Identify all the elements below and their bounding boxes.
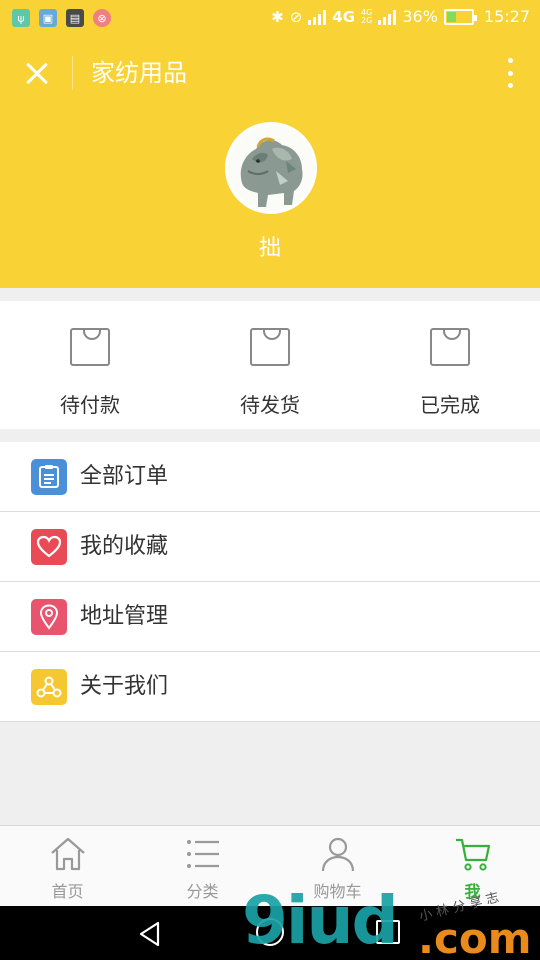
- account-menu: 全部订单 我的收藏 地址管理 关于我们: [0, 442, 540, 722]
- close-icon[interactable]: [20, 56, 54, 90]
- location-pin-icon: [31, 599, 67, 635]
- shopping-bag-icon: [250, 328, 290, 366]
- mute-icon: ⊘: [289, 7, 303, 26]
- network-type: 4G: [332, 7, 356, 26]
- watermark-domain: .com: [418, 914, 532, 960]
- menu-item-favorites[interactable]: 我的收藏: [0, 512, 540, 582]
- tab-label: 首页: [51, 882, 84, 901]
- bear-illustration: [228, 125, 314, 211]
- category-list-icon: [186, 840, 219, 868]
- shopping-bag-icon: [430, 328, 470, 366]
- order-list-icon: [31, 459, 67, 495]
- status-bar: ψ ▣ ▤ ⊗ ✱ ⊘ 4G 4G 2G 36% 15:27: [0, 0, 540, 36]
- tab-home[interactable]: 首页: [0, 826, 135, 906]
- sim-icon: ▤: [66, 9, 84, 27]
- menu-item-label: 全部订单: [80, 464, 169, 489]
- battery-icon: [443, 8, 477, 25]
- about-icon: [31, 669, 67, 705]
- order-pending-payment[interactable]: 待付款: [0, 301, 180, 429]
- signal-icon-2: [378, 9, 397, 25]
- order-label: 已完成: [420, 393, 480, 417]
- heart-icon: [31, 529, 67, 565]
- order-status-panel: 待付款 待发货 已完成: [0, 301, 540, 429]
- username: 拙: [258, 236, 281, 261]
- user-icon: [321, 837, 354, 872]
- avatar[interactable]: [225, 122, 317, 214]
- menu-item-label: 我的收藏: [80, 534, 169, 559]
- back-icon[interactable]: [136, 920, 164, 948]
- header-divider: [72, 56, 73, 90]
- gallery-icon: ▣: [39, 9, 57, 27]
- home-icon: [50, 837, 85, 871]
- order-completed[interactable]: 已完成: [360, 301, 540, 429]
- cart-icon: [455, 838, 490, 871]
- order-pending-shipment[interactable]: 待发货: [180, 301, 360, 429]
- blocked-icon: ⊗: [93, 9, 111, 27]
- clock: 15:27: [483, 7, 530, 26]
- profile-header: 家纺用品 拙: [0, 36, 540, 288]
- menu-item-address[interactable]: 地址管理: [0, 582, 540, 652]
- order-label: 待付款: [60, 393, 120, 417]
- bluetooth-icon: ✱: [271, 7, 284, 26]
- order-label: 待发货: [240, 393, 300, 417]
- menu-item-all-orders[interactable]: 全部订单: [0, 442, 540, 512]
- menu-item-label: 关于我们: [80, 674, 169, 699]
- more-options-icon[interactable]: [504, 56, 516, 90]
- usb-icon: ψ: [12, 9, 30, 27]
- shopping-bag-icon: [70, 328, 110, 366]
- page-title: 家纺用品: [91, 59, 187, 87]
- battery-percent: 36%: [402, 7, 438, 26]
- menu-item-about[interactable]: 关于我们: [0, 652, 540, 722]
- system-icons: ✱ ⊘ 4G 4G 2G 36% 15:27: [271, 7, 530, 26]
- menu-item-label: 地址管理: [80, 604, 169, 629]
- notification-icons: ψ ▣ ▤ ⊗: [12, 9, 111, 27]
- watermark-logo: 9iud: [242, 882, 399, 959]
- signal-icon: [308, 9, 327, 25]
- network-type-secondary: 4G 2G: [361, 7, 373, 25]
